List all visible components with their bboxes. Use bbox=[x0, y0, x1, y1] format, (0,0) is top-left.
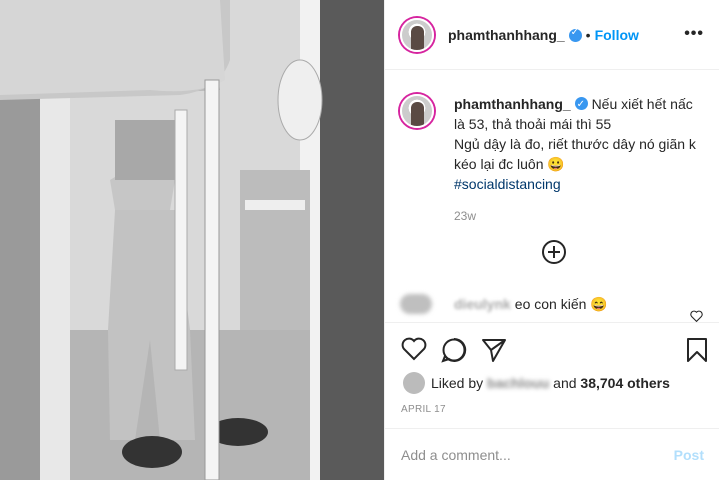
mirror-selfie-image bbox=[0, 0, 384, 480]
liker-avatar[interactable] bbox=[403, 372, 425, 394]
verified-icon bbox=[574, 95, 588, 115]
caption-time[interactable]: 23w bbox=[454, 206, 705, 226]
save-icon[interactable] bbox=[686, 337, 708, 363]
post-header: phamthanhhang_ • Follow ••• bbox=[385, 0, 719, 70]
caption-text: phamthanhhang_ Nếu xiết hết nấc là 53, t… bbox=[454, 94, 705, 226]
share-icon[interactable] bbox=[481, 337, 507, 363]
liker-username[interactable]: bachlouu bbox=[487, 375, 549, 391]
add-comment-bar: Post bbox=[385, 428, 719, 480]
post-date[interactable]: APRIL 17 bbox=[401, 404, 446, 415]
comment-input[interactable] bbox=[401, 446, 674, 463]
post-caption: phamthanhhang_ Nếu xiết hết nấc là 53, t… bbox=[400, 94, 705, 226]
separator-dot: • bbox=[585, 26, 591, 43]
follow-button[interactable]: Follow bbox=[595, 27, 639, 43]
likes-and: and bbox=[553, 375, 577, 391]
likes-prefix: Liked by bbox=[431, 375, 484, 391]
comment-icon[interactable] bbox=[441, 337, 467, 363]
verified-icon bbox=[568, 27, 582, 42]
post-photo[interactable] bbox=[0, 0, 384, 480]
caption-line-2: Ngủ dậy là đo, riết thước dây nó giãn k … bbox=[454, 136, 696, 172]
caption-avatar[interactable] bbox=[400, 94, 434, 128]
comment-text: eo con kiến 😄 bbox=[514, 295, 608, 312]
caption-username[interactable]: phamthanhhang_ bbox=[454, 96, 571, 112]
more-icon[interactable]: ••• bbox=[684, 25, 704, 43]
author-username[interactable]: phamthanhhang_ bbox=[448, 27, 565, 43]
comment-like-heart-icon[interactable] bbox=[690, 310, 703, 322]
post-actions bbox=[385, 322, 719, 378]
commenter-username[interactable]: dieulynk bbox=[454, 296, 511, 312]
likes-summary: Liked by bachlouu and 38,704 others bbox=[403, 372, 670, 394]
author-avatar[interactable] bbox=[400, 17, 434, 52]
post-button[interactable]: Post bbox=[674, 447, 704, 463]
heart-icon[interactable] bbox=[401, 337, 427, 361]
post-sidebar: phamthanhhang_ • Follow ••• phamthanhhan… bbox=[384, 0, 719, 480]
commenter-avatar[interactable] bbox=[400, 294, 432, 314]
load-more-icon[interactable] bbox=[542, 240, 566, 264]
likes-count[interactable]: 38,704 others bbox=[580, 375, 670, 391]
comment-row: dieulynk eo con kiến 😄 bbox=[400, 294, 710, 314]
hashtag-link[interactable]: #socialdistancing bbox=[454, 176, 561, 192]
